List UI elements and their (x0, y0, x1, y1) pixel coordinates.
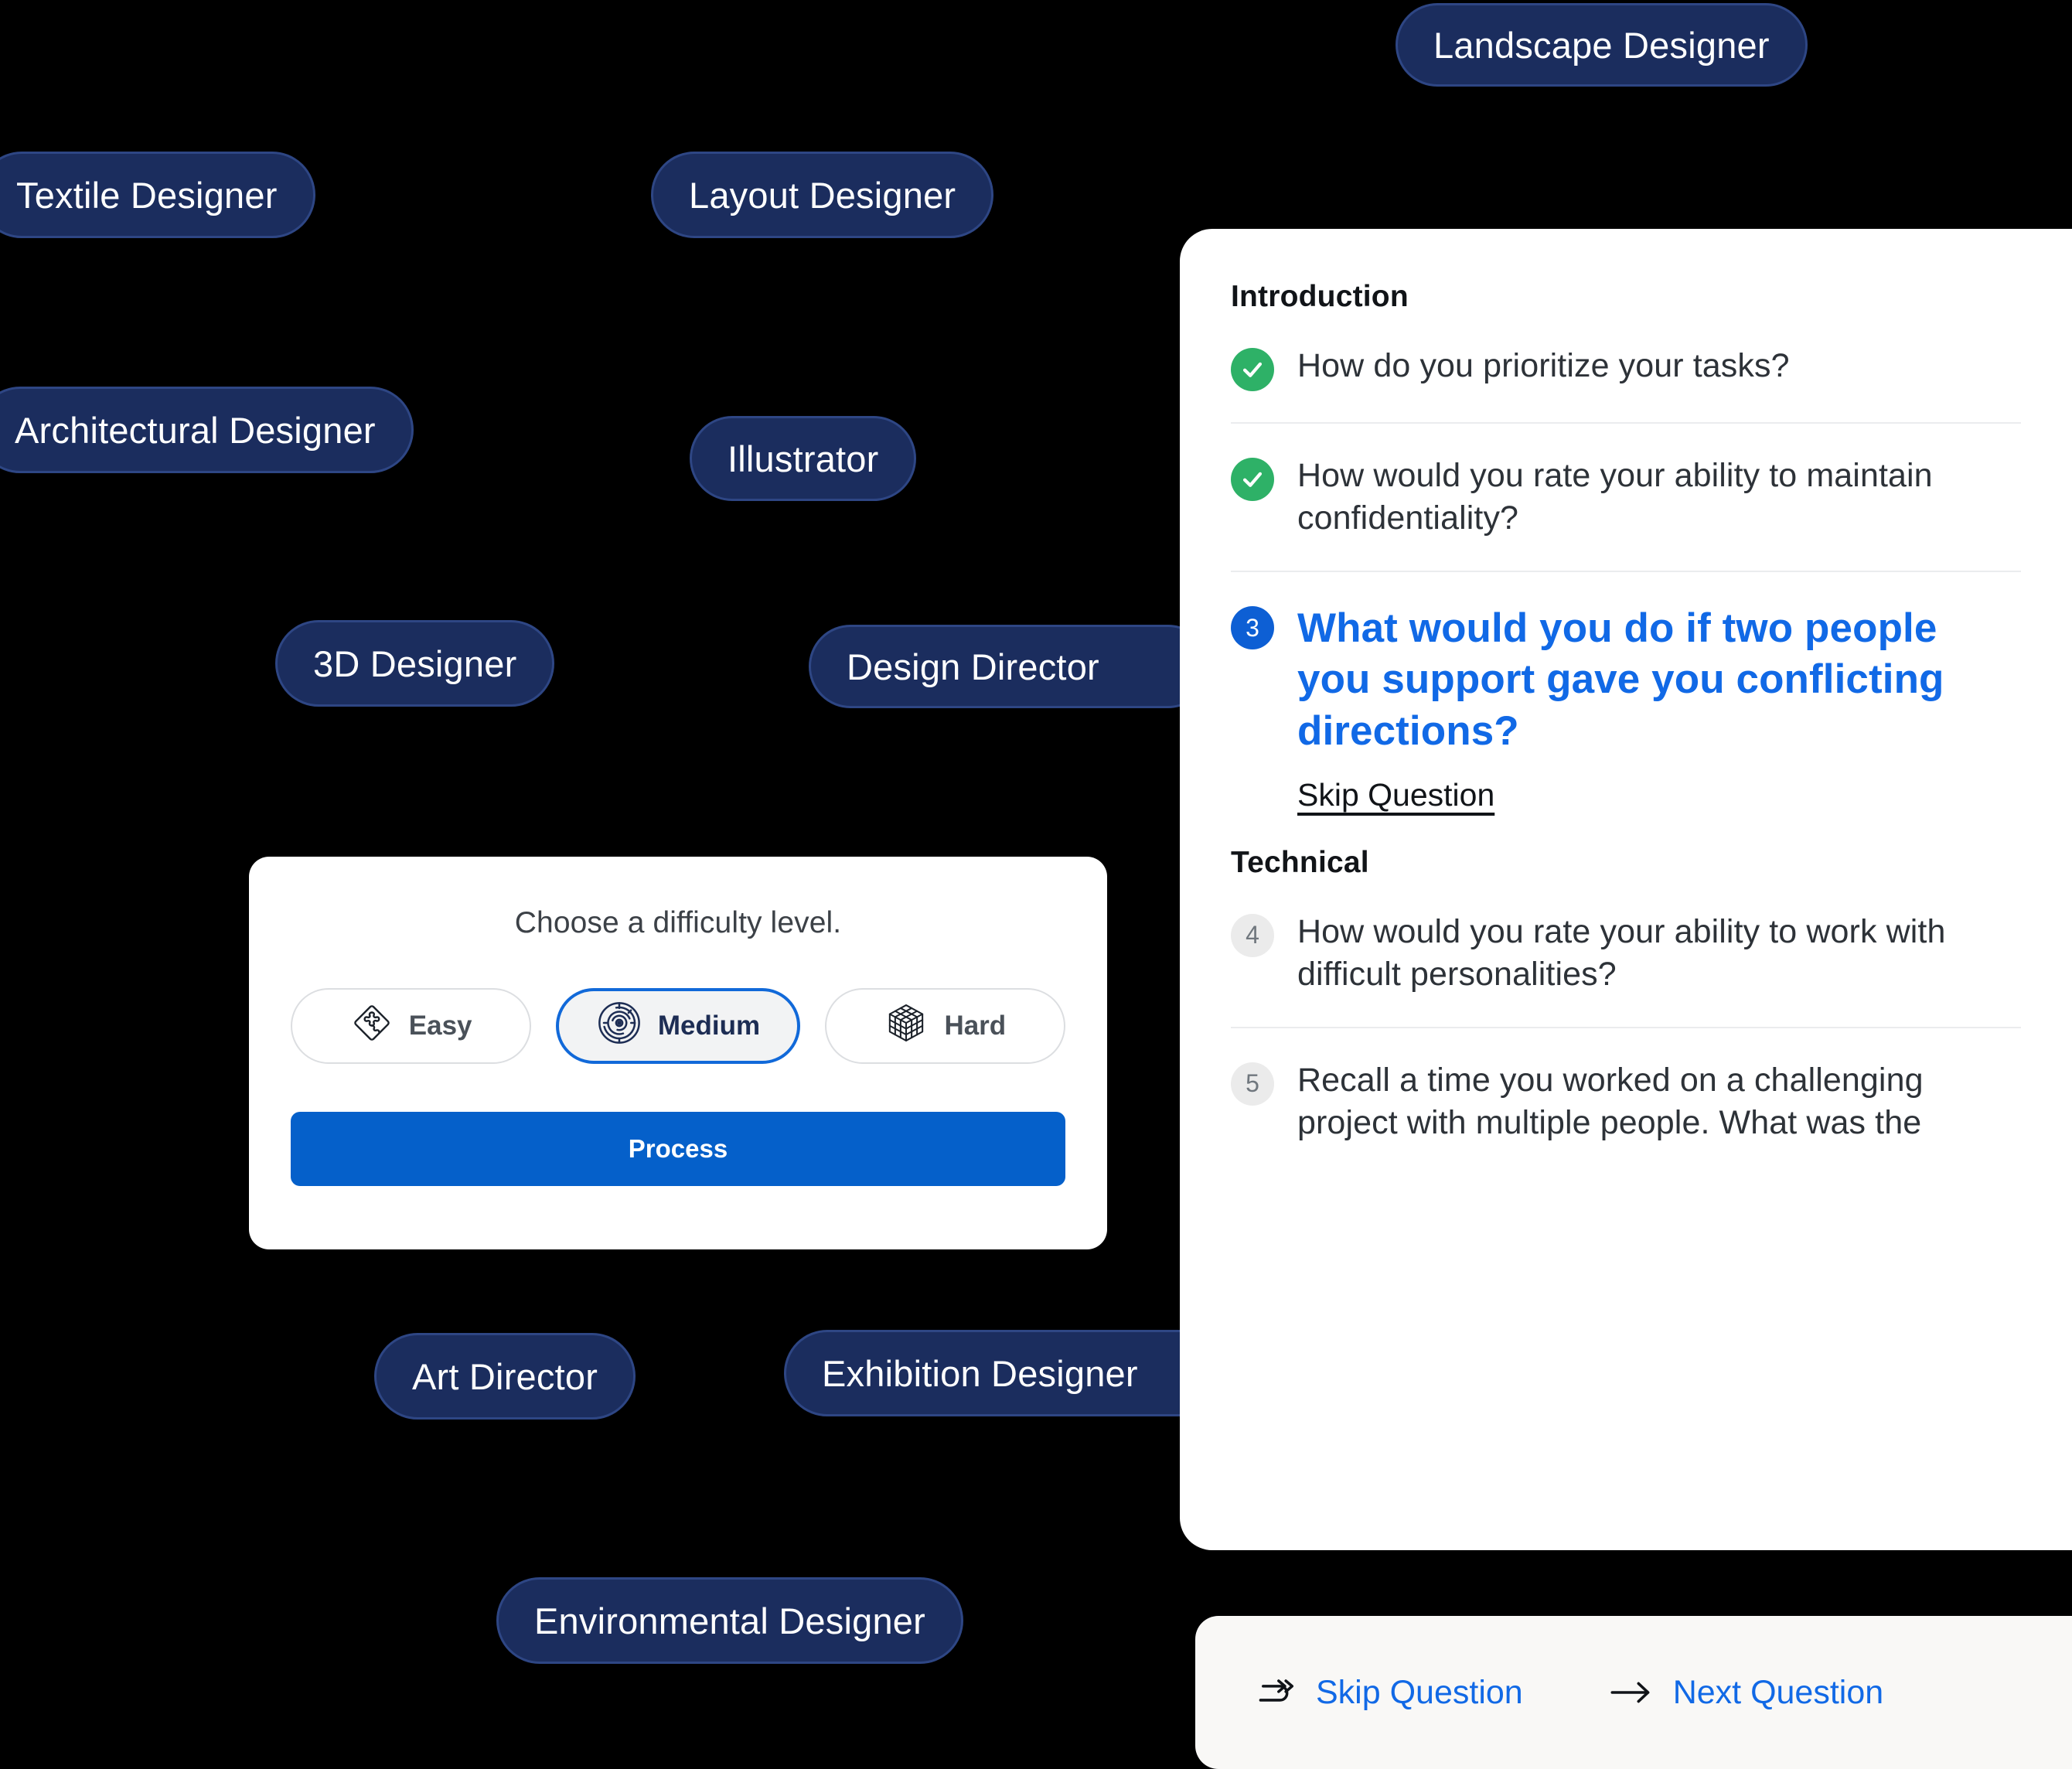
question-row-5[interactable]: 5 Recall a time you worked on a challeng… (1231, 1028, 2021, 1175)
skip-question-label: Skip Question (1316, 1673, 1523, 1711)
skip-question-button[interactable]: Skip Question (1256, 1674, 1523, 1712)
question-number-badge: 5 (1231, 1062, 1274, 1106)
question-number-badge: 4 (1231, 913, 1274, 957)
job-pill-landscape-designer[interactable]: Landscape Designer (1396, 3, 1808, 87)
arrow-right-icon (1610, 1679, 1653, 1706)
difficulty-card-title: Choose a difficulty level. (514, 906, 842, 939)
question-text: How would you rate your ability to work … (1297, 912, 1946, 993)
job-pill-3d-designer[interactable]: 3D Designer (275, 620, 555, 707)
process-button[interactable]: Process (291, 1112, 1065, 1186)
job-pill-art-director[interactable]: Art Director (374, 1333, 636, 1420)
question-status-complete-icon (1231, 458, 1274, 501)
job-pill-environmental-designer[interactable]: Environmental Designer (496, 1577, 963, 1664)
section-heading-technical: Technical (1231, 845, 1369, 879)
rubiks-cube-icon (884, 1000, 929, 1052)
question-row-1[interactable]: How do you prioritize your tasks? (1231, 314, 2021, 422)
job-pill-label: Textile Designer (16, 174, 278, 216)
next-question-button[interactable]: Next Question (1610, 1674, 1883, 1712)
job-pill-label: Exhibition Designer (822, 1352, 1138, 1394)
job-pill-illustrator[interactable]: Illustrator (690, 416, 917, 501)
redo-arrow-icon (1256, 1677, 1296, 1708)
job-pill-design-director[interactable]: Design Director (809, 625, 1210, 708)
question-number-badge: 3 (1231, 606, 1274, 650)
difficulty-option-label: Easy (408, 1011, 472, 1041)
job-pill-layout-designer[interactable]: Layout Designer (651, 152, 994, 238)
job-pill-architectural-designer[interactable]: Architectural Designer (0, 387, 414, 473)
difficulty-option-easy[interactable]: Easy (291, 988, 532, 1064)
job-pill-label: Illustrator (728, 438, 879, 479)
skip-question-link[interactable]: Skip Question (1297, 777, 1494, 813)
difficulty-option-medium[interactable]: Medium (556, 988, 800, 1064)
difficulty-card: Choose a difficulty level. Easy Medium H… (249, 857, 1107, 1249)
difficulty-level-group: Easy Medium Hard (291, 988, 1065, 1064)
question-text: Recall a time you worked on a challengin… (1297, 1061, 1924, 1141)
question-action-bar: Skip Question Next Question (1195, 1616, 2072, 1769)
job-pill-exhibition-designer[interactable]: Exhibition Designer (784, 1330, 1233, 1416)
job-pill-label: Environmental Designer (534, 1600, 925, 1641)
question-status-complete-icon (1231, 348, 1274, 391)
job-pill-label: Landscape Designer (1433, 24, 1770, 66)
circular-maze-icon (596, 1000, 642, 1053)
job-pill-label: 3D Designer (313, 642, 517, 684)
app-canvas: Landscape Designer Textile Designer Layo… (0, 0, 2072, 1769)
question-row-3-active[interactable]: 3 What would you do if two people you su… (1231, 572, 2021, 757)
question-text: How would you rate your ability to maint… (1297, 457, 1933, 537)
next-question-label: Next Question (1672, 1673, 1884, 1711)
puzzle-diamond-icon (350, 1001, 394, 1052)
job-pill-label: Art Director (412, 1355, 598, 1397)
difficulty-option-hard[interactable]: Hard (824, 988, 1065, 1064)
question-row-4[interactable]: 4 How would you rate your ability to wor… (1231, 880, 2021, 1027)
section-heading-introduction: Introduction (1231, 280, 1409, 313)
question-text-active: What would you do if two people you supp… (1297, 605, 1944, 754)
job-pill-label: Layout Designer (689, 174, 956, 216)
question-text: How do you prioritize your tasks? (1297, 347, 1790, 384)
job-pill-label: Design Director (847, 646, 1099, 687)
job-pill-textile-designer[interactable]: Textile Designer (0, 152, 315, 238)
question-row-2[interactable]: How would you rate your ability to maint… (1231, 424, 2021, 571)
question-panel: Introduction How do you prioritize your … (1180, 229, 2072, 1550)
difficulty-option-label: Medium (657, 1011, 761, 1041)
difficulty-option-label: Hard (944, 1011, 1007, 1041)
job-pill-label: Architectural Designer (15, 409, 376, 451)
